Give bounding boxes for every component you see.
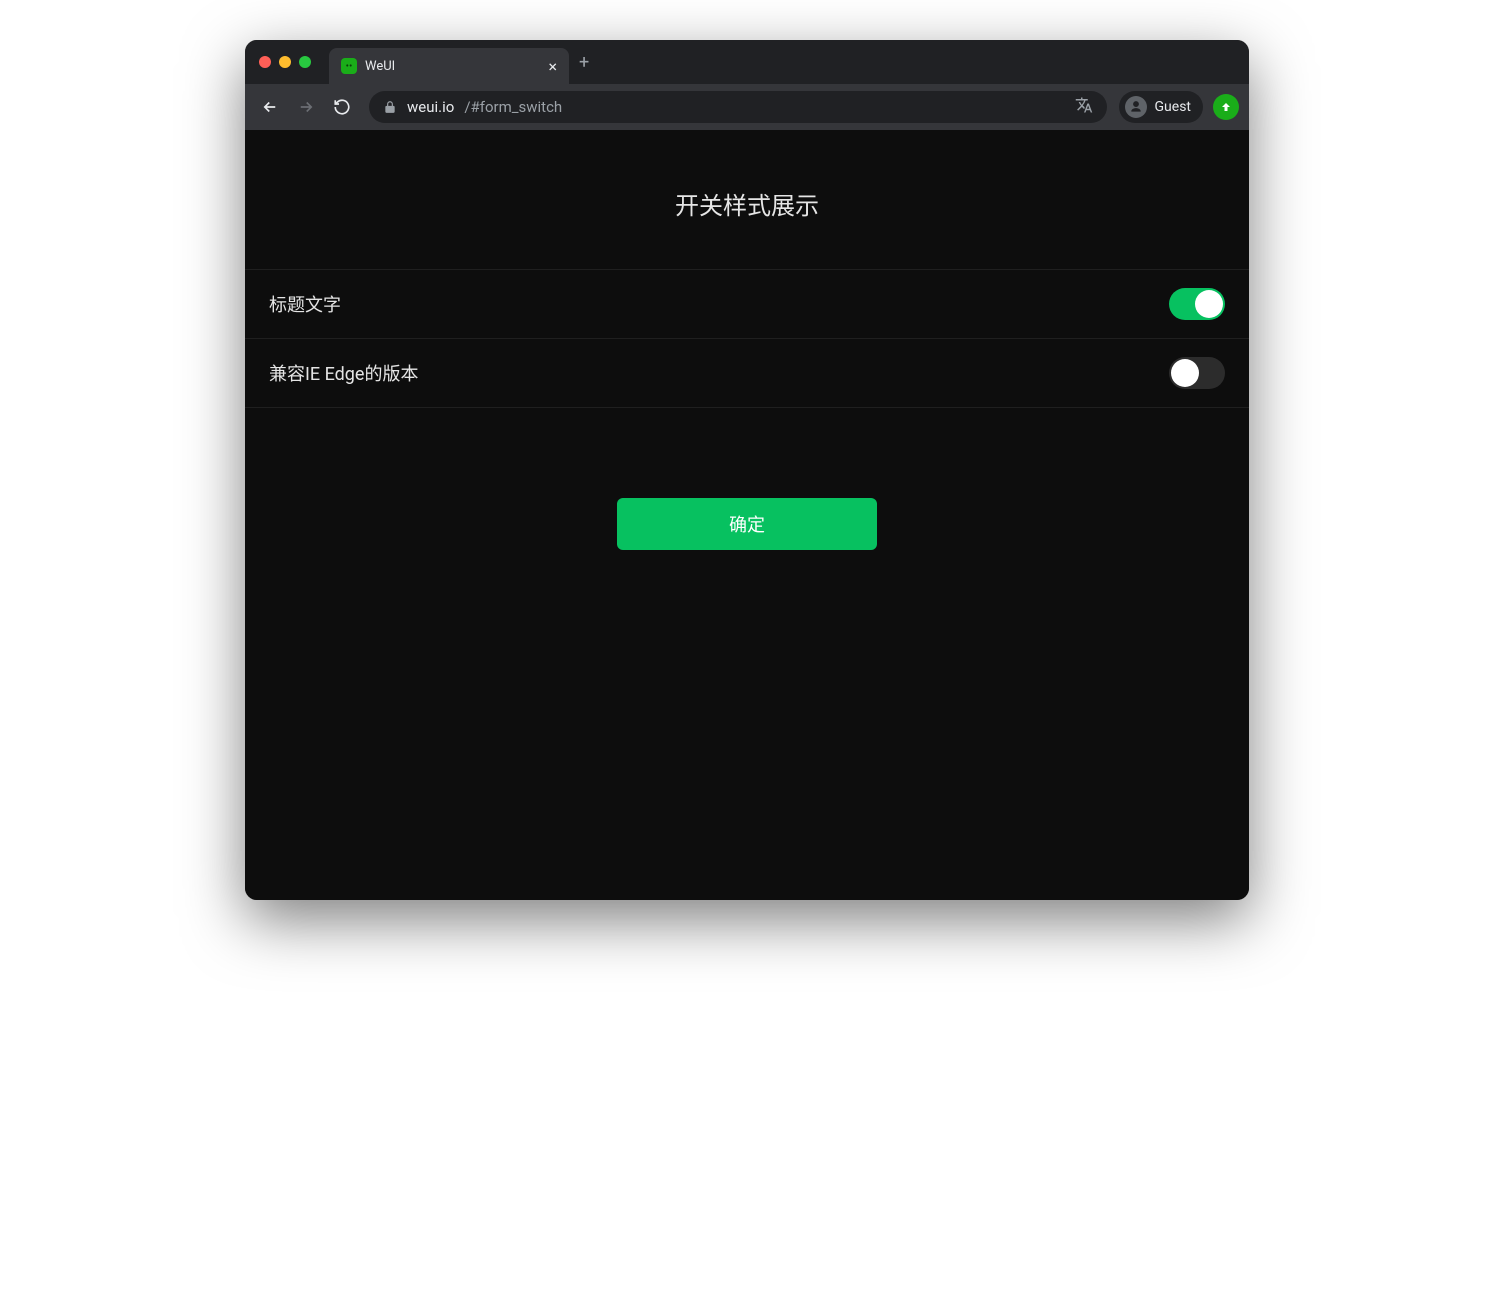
person-icon xyxy=(1125,96,1147,118)
url-host: weui.io xyxy=(407,98,454,116)
extension-button[interactable] xyxy=(1213,94,1239,120)
browser-tab[interactable]: •• WeUI × xyxy=(329,48,569,84)
window-maximize-button[interactable] xyxy=(299,56,311,68)
cell-label: 标题文字 xyxy=(269,291,341,317)
window-minimize-button[interactable] xyxy=(279,56,291,68)
switch-toggle[interactable] xyxy=(1169,288,1225,320)
reload-icon xyxy=(333,98,351,116)
switch-knob xyxy=(1171,359,1199,387)
button-area: 确定 xyxy=(245,408,1249,550)
browser-toolbar: weui.io /#form_switch Guest xyxy=(245,84,1249,130)
window-close-button[interactable] xyxy=(259,56,271,68)
switch-list: 标题文字 兼容IE Edge的版本 xyxy=(245,269,1249,408)
url-path: /#form_switch xyxy=(464,98,562,116)
page-header: 开关样式展示 xyxy=(245,130,1249,269)
arrow-up-icon xyxy=(1220,101,1232,113)
page-title: 开关样式展示 xyxy=(245,186,1249,221)
lock-icon xyxy=(383,100,397,114)
profile-button[interactable]: Guest xyxy=(1119,91,1203,123)
arrow-right-icon xyxy=(297,98,315,116)
reload-button[interactable] xyxy=(327,92,357,122)
tab-bar: •• WeUI × + xyxy=(245,40,1249,84)
cell-label: 兼容IE Edge的版本 xyxy=(269,360,418,386)
close-icon[interactable]: × xyxy=(548,57,557,76)
address-bar[interactable]: weui.io /#form_switch xyxy=(369,91,1107,123)
submit-button[interactable]: 确定 xyxy=(617,498,877,550)
wechat-icon: •• xyxy=(341,58,357,74)
translate-icon[interactable] xyxy=(1075,96,1093,118)
switch-cell-title-text: 标题文字 xyxy=(245,270,1249,339)
browser-window: •• WeUI × + weui.io /#form_switch xyxy=(245,40,1249,900)
window-controls xyxy=(259,56,311,68)
arrow-left-icon xyxy=(261,98,279,116)
page-content: 开关样式展示 标题文字 兼容IE Edge的版本 确定 xyxy=(245,130,1249,900)
new-tab-button[interactable]: + xyxy=(579,52,589,73)
switch-knob xyxy=(1195,290,1223,318)
switch-toggle[interactable] xyxy=(1169,357,1225,389)
switch-cell-ie-edge: 兼容IE Edge的版本 xyxy=(245,339,1249,408)
forward-button[interactable] xyxy=(291,92,321,122)
profile-label: Guest xyxy=(1155,99,1191,115)
tab-title: WeUI xyxy=(365,59,540,74)
back-button[interactable] xyxy=(255,92,285,122)
